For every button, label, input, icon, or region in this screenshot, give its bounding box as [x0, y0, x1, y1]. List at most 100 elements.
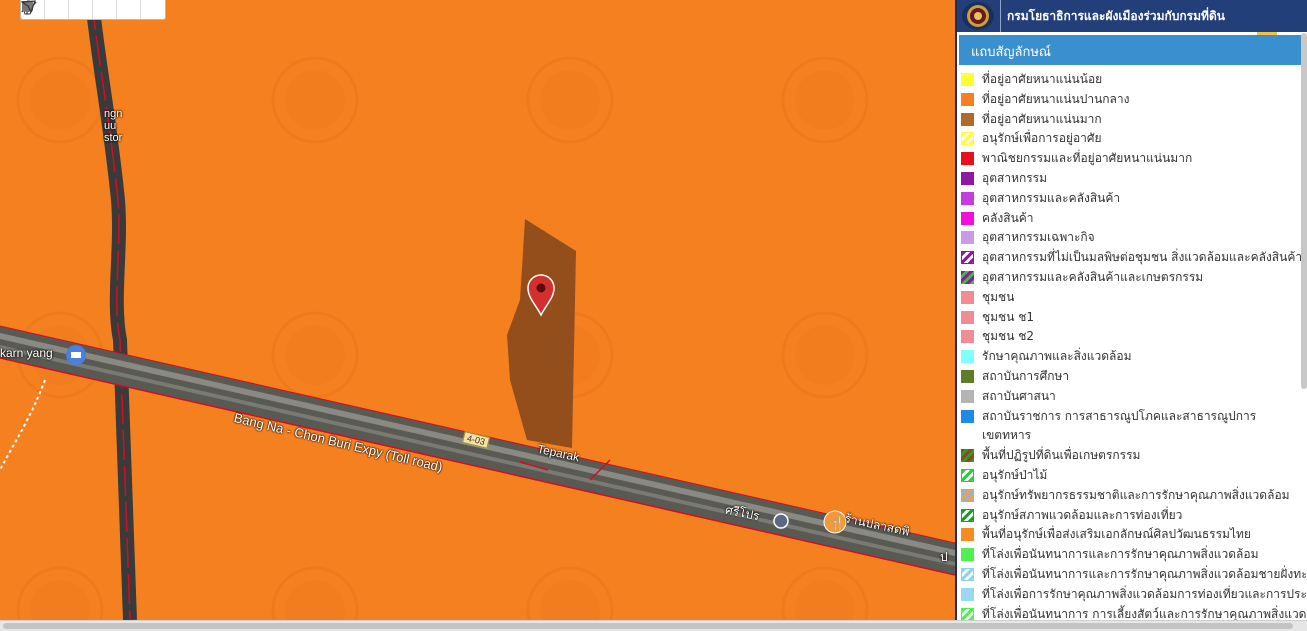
- scrollbar-thumb[interactable]: [3, 623, 1293, 629]
- legend-item-label: เขตทหาร: [982, 428, 1032, 443]
- legend-item: อนุรักษ์ป่าไม้: [961, 466, 1306, 486]
- legend-item: ที่โล่งเพื่อการรักษาคุณภาพสิ่งแวดล้อมการ…: [961, 585, 1306, 605]
- legend-swatch: [961, 389, 974, 403]
- legend-swatch: [961, 191, 974, 205]
- legend-item-label: สถาบันศาสนา: [982, 388, 1056, 403]
- legend-item-label: อุตสาหกรรมเฉพาะกิจ: [982, 230, 1095, 245]
- agency-header: กรมโยธาธิการและผังเมืองร่วมกับกรมที่ดิน: [957, 0, 1307, 32]
- legend-item-label: พื้นที่ปฏิรูปที่ดินเพื่อเกษตรกรรม: [982, 448, 1141, 463]
- legend-item-label: ที่โล่งเพื่อนันทนาการและการรักษาคุณภาพสิ…: [982, 547, 1259, 562]
- legend-item-label: ที่โล่งเพื่อนันทนาการและการรักษาคุณภาพสิ…: [982, 566, 1306, 581]
- legend-item-label: ที่อยู่อาศัยหนาแน่นมาก: [982, 111, 1102, 126]
- marker-icon[interactable]: [22, 0, 69, 19]
- agency-name: กรมโยธาธิการและผังเมืองร่วมกับกรมที่ดิน: [1007, 8, 1225, 23]
- legend-item: อุตสาหกรรมเฉพาะกิจ: [961, 228, 1306, 248]
- legend-item-label: อุตสาหกรรม: [982, 170, 1048, 185]
- legend-swatch: [961, 488, 974, 502]
- legend-item-label: ชุมชน: [982, 289, 1015, 304]
- legend-swatch: [961, 152, 974, 166]
- legend-swatch: [961, 112, 974, 126]
- legend-item-label: พาณิชยกรรมและที่อยู่อาศัยหนาแน่นมาก: [982, 151, 1193, 166]
- legend-panel: กรมโยธาธิการและผังเมืองร่วมกับกรมที่ดิน …: [955, 0, 1307, 620]
- legend-swatch: [961, 330, 974, 344]
- legend-swatch: [961, 92, 974, 106]
- legend-item-label: สถาบันราชการ การสาธารณูปโภคและสาธารณูปกา…: [982, 408, 1257, 423]
- header-separator: [1000, 0, 1001, 32]
- legend-swatch: [961, 270, 974, 284]
- legend-swatch: [961, 528, 974, 542]
- agency-seal-icon: [962, 2, 994, 30]
- restaurant-marker-icon[interactable]: 🍴: [823, 510, 847, 534]
- legend-item: ชุมชน ช2: [961, 327, 1306, 347]
- legend-swatch: [961, 587, 974, 601]
- legend-item-label: ที่อยู่อาศัยหนาแน่นปานกลาง: [982, 91, 1130, 106]
- legend-swatch: [961, 449, 974, 463]
- legend-item: อนุรักษ์เพื่อการอยู่อาศัย: [961, 129, 1306, 149]
- poi-marker-2-icon[interactable]: [773, 513, 789, 529]
- page-horizontal-scrollbar[interactable]: [0, 620, 1307, 631]
- legend-item-label: อุตสาหกรรมและคลังสินค้าและเกษตรกรรม: [982, 269, 1204, 284]
- legend-swatch: [961, 409, 974, 423]
- legend-item: สถาบันราชการ การสาธารณูปโภคและสาธารณูปกา…: [961, 407, 1306, 427]
- legend-swatch: [961, 290, 974, 304]
- legend-swatch: [961, 369, 974, 383]
- legend-title[interactable]: แถบสัญลักษณ์: [959, 35, 1302, 65]
- legend-item-label: อนุรักษ์ทรัพยากรธรรมชาติและการรักษาคุณภา…: [982, 487, 1290, 502]
- legend-item: ที่โล่งเพื่อนันทนาการและการรักษาคุณภาพสิ…: [961, 545, 1306, 565]
- polyline-icon[interactable]: [21, 0, 93, 19]
- legend-swatch: [961, 508, 974, 522]
- legend-item: ที่อยู่อาศัยหนาแน่นปานกลาง: [961, 90, 1306, 110]
- legend-swatch: [961, 429, 974, 442]
- legend-item: อุตสาหกรรมที่ไม่เป็นมลพิษต่อชุมชน สิ่งแว…: [961, 248, 1306, 268]
- legend-swatch: [961, 607, 974, 620]
- legend-item-label: ที่อยู่อาศัยหนาแน่นน้อย: [982, 72, 1103, 86]
- legend-scrollbar[interactable]: [1301, 33, 1307, 389]
- legend-item: คลังสินค้า: [961, 209, 1306, 229]
- legend-swatch: [961, 468, 974, 482]
- poi-label-bottom: ป: [940, 550, 948, 564]
- legend-item: พื้นที่ปฏิรูปที่ดินเพื่อเกษตรกรรม: [961, 446, 1306, 466]
- legend-item-label: ที่โล่งเพื่อการรักษาคุณภาพสิ่งแวดล้อมการ…: [982, 586, 1306, 601]
- legend-item: สถาบันศาสนา: [961, 387, 1306, 407]
- legend-item: ที่อยู่อาศัยหนาแน่นน้อย: [961, 70, 1306, 90]
- map-view[interactable]: 🍴 Bang Na - Chon Buri Expy (Toll road) 4…: [0, 0, 955, 620]
- legend-item-label: อนุรักษ์สภาพแวดล้อมและการท่องเที่ยว: [982, 507, 1183, 522]
- legend-swatch: [961, 310, 974, 324]
- legend-item: ชุมชน: [961, 288, 1306, 308]
- draw-toolbar: [20, 0, 166, 20]
- poi-label-left: karn yang: [0, 346, 53, 360]
- legend-item-label: พื้นที่อนุรักษ์เพื่อส่งเสริมเอกลักษณ์ศิล…: [982, 527, 1251, 542]
- legend-item: อุตสาหกรรมและคลังสินค้า: [961, 189, 1306, 209]
- polygon-icon[interactable]: [21, 0, 165, 19]
- legend-item-label: สถาบันการศึกษา: [982, 368, 1070, 383]
- poi-label-top: ngn uu stor: [104, 108, 123, 144]
- legend-item: สถาบันการศึกษา: [961, 367, 1306, 387]
- legend-item-label: ที่โล่งเพื่อนันทนาการ การเลี้ยงสัตว์และก…: [982, 606, 1306, 620]
- legend-item-label: อุตสาหกรรมและคลังสินค้า: [982, 190, 1121, 205]
- legend-item: ที่โล่งเพื่อนันทนาการและการรักษาคุณภาพสิ…: [961, 565, 1306, 585]
- legend-swatch: [961, 171, 974, 185]
- legend-swatch: [961, 350, 974, 364]
- legend-item: อนุรักษ์สภาพแวดล้อมและการท่องเที่ยว: [961, 506, 1306, 526]
- legend-item-label: อนุรักษ์เพื่อการอยู่อาศัย: [982, 131, 1102, 146]
- legend-swatch: [961, 251, 974, 265]
- legend-swatch: [961, 231, 974, 245]
- rectangle-icon[interactable]: [22, 0, 117, 19]
- legend-item-label: ชุมชน ช2: [982, 329, 1034, 344]
- legend-swatch: [961, 548, 974, 562]
- legend-item: เขตทหาร: [961, 426, 1306, 446]
- legend-item: ที่โล่งเพื่อนันทนาการ การเลี้ยงสัตว์และก…: [961, 605, 1306, 620]
- legend-item: อนุรักษ์ทรัพยากรธรรมชาติและการรักษาคุณภา…: [961, 486, 1306, 506]
- circle-icon[interactable]: [22, 0, 141, 19]
- legend-swatch: [961, 73, 974, 86]
- legend-item-label: อนุรักษ์ป่าไม้: [982, 467, 1048, 482]
- map-canvas: 🍴: [0, 0, 955, 620]
- legend-item-label: คลังสินค้า: [982, 210, 1034, 225]
- poi-marker-icon[interactable]: [66, 345, 86, 365]
- legend-list: ที่อยู่อาศัยหนาแน่นน้อยที่อยู่อาศัยหนาแน…: [961, 70, 1306, 620]
- legend-swatch: [961, 211, 974, 225]
- legend-item: อุตสาหกรรมและคลังสินค้าและเกษตรกรรม: [961, 268, 1306, 288]
- legend-item-label: อุตสาหกรรมที่ไม่เป็นมลพิษต่อชุมชน สิ่งแว…: [982, 250, 1303, 265]
- legend-swatch: [961, 132, 974, 146]
- legend-item: รักษาคุณภาพและสิ่งแวดล้อม: [961, 347, 1306, 367]
